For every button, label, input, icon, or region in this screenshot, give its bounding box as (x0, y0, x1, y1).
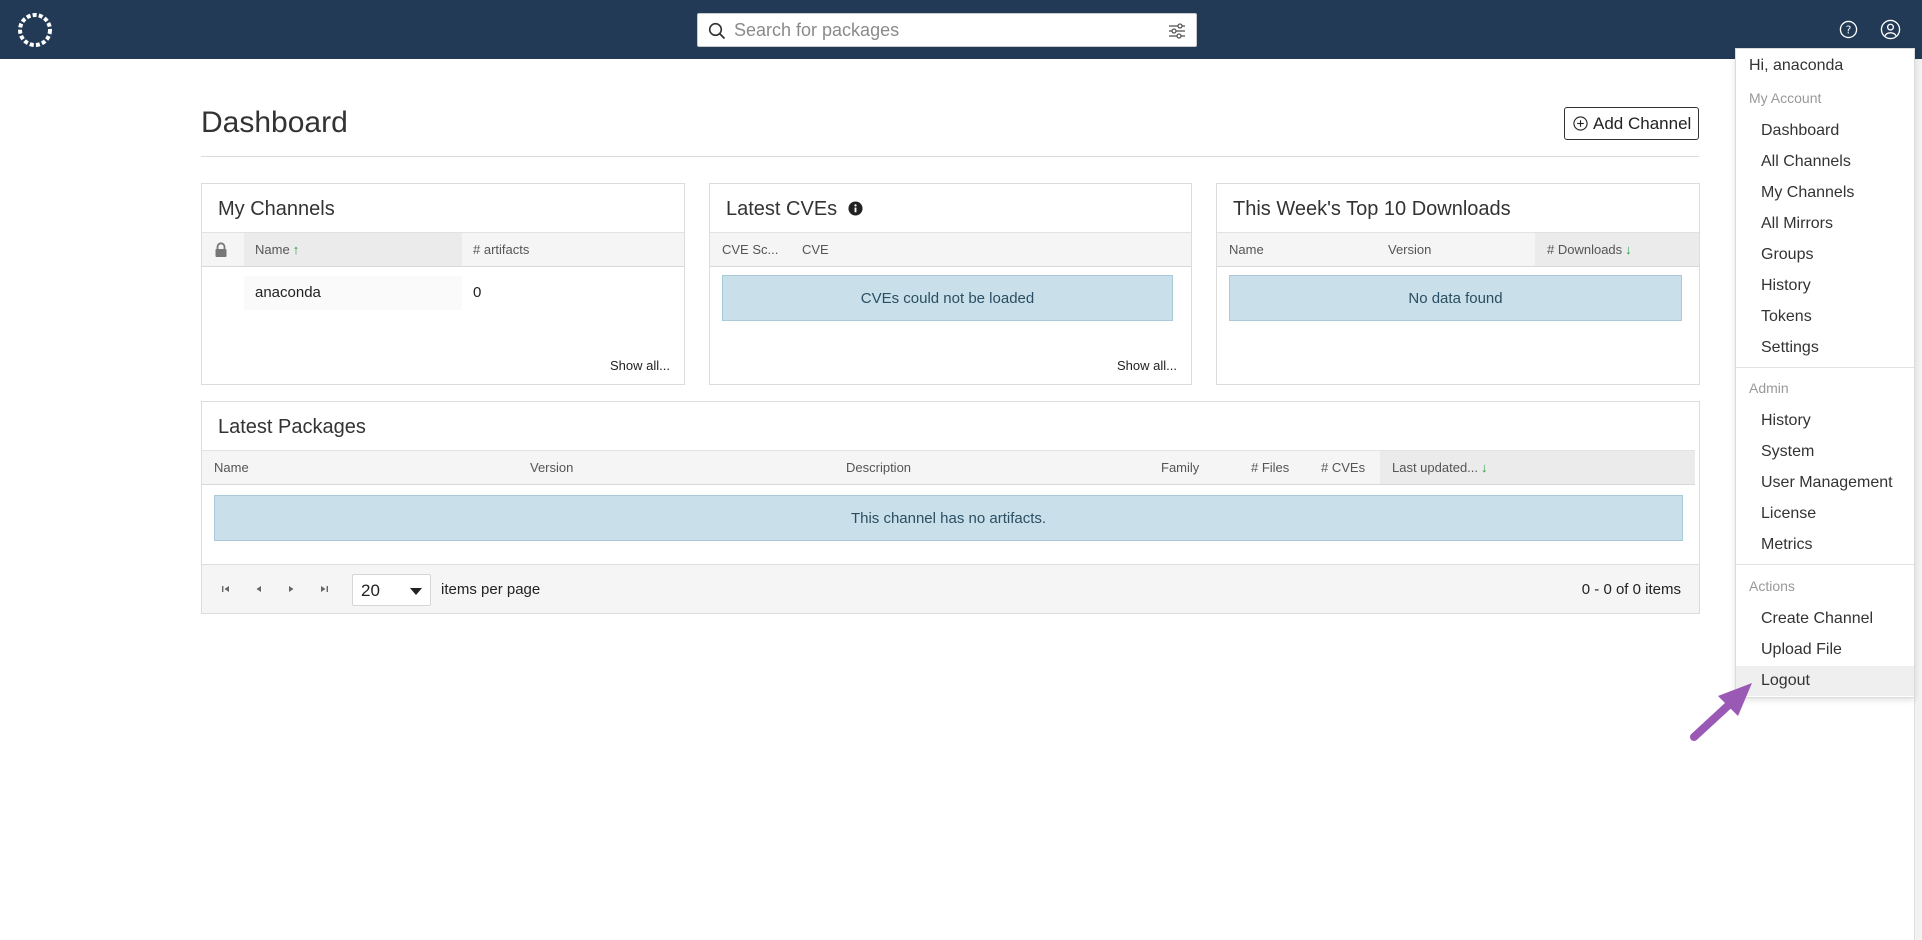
scrollbar-track[interactable] (1914, 59, 1922, 940)
help-icon[interactable]: ? (1839, 20, 1858, 39)
my-channels-table-header: Name ↑ # artifacts (202, 232, 684, 267)
add-channel-label: Add Channel (1593, 113, 1692, 133)
menu-item-metrics[interactable]: Metrics (1736, 530, 1914, 560)
last-page-icon[interactable] (318, 583, 330, 595)
menu-item-user-management[interactable]: User Management (1736, 468, 1914, 498)
menu-item-all-mirrors[interactable]: All Mirrors (1736, 209, 1914, 239)
column-header-version[interactable]: Version (530, 451, 573, 484)
menu-item-history[interactable]: History (1736, 271, 1914, 301)
user-icon[interactable] (1880, 19, 1901, 40)
menu-item-admin-history[interactable]: History (1736, 406, 1914, 436)
no-artifacts-notice: This channel has no artifacts. (214, 495, 1683, 541)
menu-item-logout[interactable]: Logout (1736, 666, 1914, 696)
menu-section-admin: Admin (1749, 380, 1789, 396)
top-downloads-table-header: Name Version # Downloads ↓ (1217, 232, 1699, 267)
sort-ascending-icon: ↑ (292, 242, 300, 257)
page-title: Dashboard (201, 106, 348, 139)
column-header-cves[interactable]: # CVEs (1321, 451, 1365, 484)
column-header-version[interactable]: Version (1388, 233, 1431, 266)
menu-item-tokens[interactable]: Tokens (1736, 302, 1914, 332)
sort-descending-icon: ↓ (1625, 242, 1632, 257)
menu-item-create-channel[interactable]: Create Channel (1736, 604, 1914, 634)
no-data-notice: No data found (1229, 275, 1682, 321)
menu-section-actions: Actions (1749, 578, 1795, 594)
latest-packages-card: Latest Packages Name Version Description… (201, 401, 1700, 614)
latest-cves-card: Latest CVEs CVE Sc... CVE CVEs could not… (709, 183, 1192, 385)
column-header-name[interactable]: Name (1229, 233, 1264, 266)
column-header-description[interactable]: Description (846, 451, 911, 484)
lock-icon (215, 242, 227, 257)
items-per-page-label: items per page (441, 581, 541, 598)
package-search-box[interactable] (697, 13, 1197, 47)
search-icon (708, 22, 726, 40)
column-header-last-updated[interactable]: Last updated... ↓ (1380, 451, 1695, 484)
annotation-arrow-icon (1690, 683, 1752, 741)
search-input[interactable] (734, 15, 1154, 45)
menu-item-my-channels[interactable]: My Channels (1736, 178, 1914, 208)
column-header-cve-score[interactable]: CVE Sc... (722, 233, 778, 266)
pagination-range: 0 - 0 of 0 items (1581, 581, 1681, 598)
svg-text:?: ? (1846, 24, 1852, 36)
info-icon[interactable] (848, 201, 863, 216)
my-channels-card: My Channels Name ↑ # artifacts anaconda 0… (201, 183, 685, 385)
latest-cves-show-all-link[interactable]: Show all... (1117, 358, 1177, 373)
cves-error-notice: CVEs could not be loaded (722, 275, 1173, 321)
add-channel-button[interactable]: Add Channel (1564, 107, 1699, 140)
column-header-files[interactable]: # Files (1251, 451, 1289, 484)
my-channels-show-all-link[interactable]: Show all... (610, 358, 670, 373)
column-header-family[interactable]: Family (1161, 451, 1199, 484)
column-header-downloads[interactable]: # Downloads ↓ (1535, 233, 1699, 266)
menu-item-all-channels[interactable]: All Channels (1736, 147, 1914, 177)
items-per-page-value: 20 (361, 581, 380, 600)
menu-divider (1736, 564, 1914, 565)
next-page-icon[interactable] (285, 583, 297, 595)
latest-packages-title: Latest Packages (218, 416, 366, 438)
column-header-name[interactable]: Name (214, 451, 249, 484)
menu-item-system[interactable]: System (1736, 437, 1914, 467)
menu-item-upload-file[interactable]: Upload File (1736, 635, 1914, 665)
menu-item-dashboard[interactable]: Dashboard (1736, 116, 1914, 146)
latest-packages-table-header: Name Version Description Family # Files … (202, 450, 1695, 485)
menu-divider (1736, 367, 1914, 368)
menu-greeting: Hi, anaconda (1749, 57, 1844, 74)
first-page-icon[interactable] (220, 583, 232, 595)
items-per-page-select[interactable]: 20 (352, 574, 431, 606)
latest-cves-title: Latest CVEs (726, 198, 863, 221)
prev-page-icon[interactable] (253, 583, 265, 595)
filter-icon[interactable] (1168, 22, 1186, 40)
column-header-artifacts[interactable]: # artifacts (473, 233, 529, 266)
channel-artifacts-cell: 0 (473, 284, 482, 301)
top-navbar: ? (0, 0, 1922, 59)
top-downloads-card: This Week's Top 10 Downloads Name Versio… (1216, 183, 1700, 385)
pagination-bar: 20 items per page 0 - 0 of 0 items (202, 564, 1699, 613)
column-header-name[interactable]: Name ↑ (244, 233, 462, 266)
latest-cves-table-header: CVE Sc... CVE (710, 232, 1191, 267)
user-dropdown-menu: Hi, anaconda My Account Dashboard All Ch… (1735, 48, 1915, 698)
top-downloads-title: This Week's Top 10 Downloads (1233, 198, 1511, 220)
menu-item-settings[interactable]: Settings (1736, 333, 1914, 363)
header-divider (201, 156, 1699, 157)
chevron-down-icon (410, 588, 422, 595)
channel-name-cell[interactable]: anaconda (244, 276, 462, 310)
menu-item-license[interactable]: License (1736, 499, 1914, 529)
column-header-cve[interactable]: CVE (802, 233, 829, 266)
menu-section-my-account: My Account (1749, 90, 1822, 106)
sort-descending-icon: ↓ (1481, 460, 1488, 475)
my-channels-title: My Channels (218, 198, 335, 220)
plus-circle-icon (1573, 116, 1588, 131)
menu-item-groups[interactable]: Groups (1736, 240, 1914, 270)
anaconda-logo-icon[interactable] (15, 10, 55, 50)
